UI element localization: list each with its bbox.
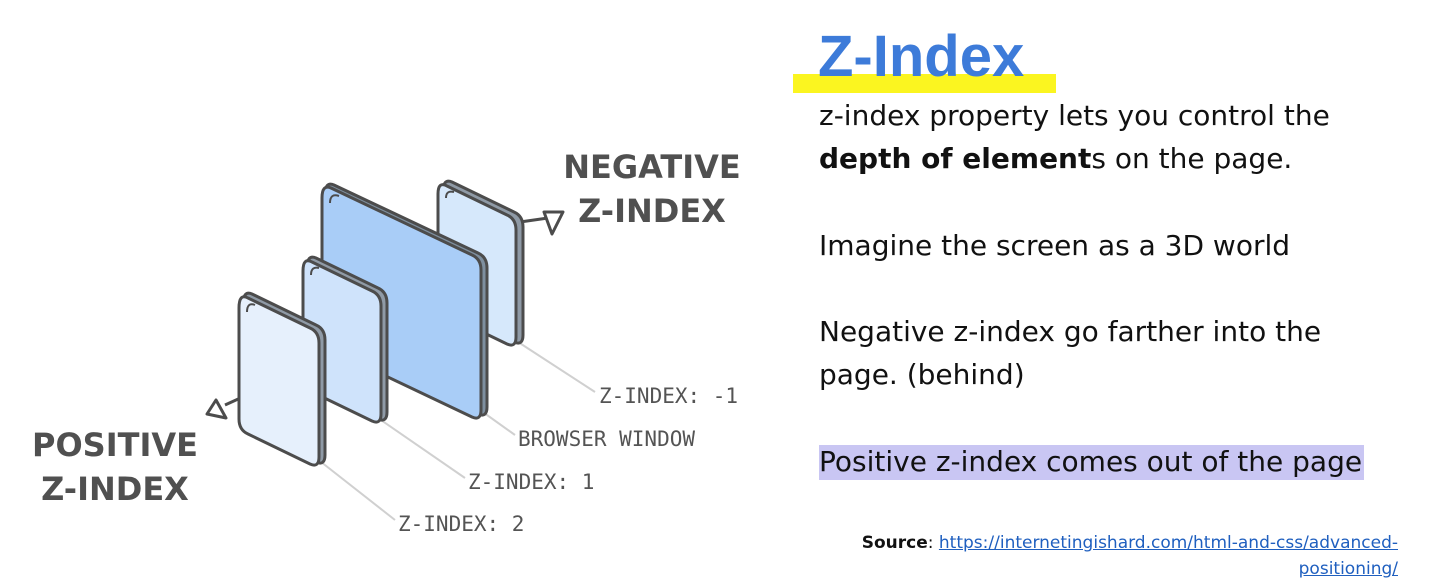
source-label: Source: [861, 533, 928, 553]
label-browser-window: BROWSER WINDOW: [518, 427, 695, 451]
label-z-index-one: Z-INDEX: 1: [468, 470, 594, 494]
positive-label-line1: POSITIVE: [32, 426, 198, 464]
positive-highlighted-text: Positive z-index comes out of the page: [819, 445, 1365, 480]
label-z-index-two: Z-INDEX: 2: [398, 512, 524, 536]
label-z-index-minus-one: Z-INDEX: -1: [599, 384, 738, 408]
paragraph-3d-world: Imagine the screen as a 3D world: [819, 229, 1291, 262]
source-link-line2[interactable]: positioning/: [1299, 559, 1398, 579]
paragraph-negative: Negative z-index go farther into the page…: [819, 310, 1321, 396]
source-citation: Source: https://internetingishard.com/ht…: [820, 530, 1398, 582]
paragraph-positive: Positive z-index comes out of the page: [819, 440, 1365, 483]
arrow-positive-icon: [205, 398, 228, 420]
arrow-negative-icon: [542, 210, 565, 236]
negative-label-line1: NEGATIVE: [563, 148, 741, 186]
z-index-diagram: NEGATIVE Z-INDEX POSITIVE Z-INDEX Z-INDE…: [32, 148, 741, 536]
intro-rest-text: s on the page.: [1091, 142, 1293, 175]
intro-text: z-index property lets you control the: [819, 99, 1330, 132]
intro-bold-text: depth of element: [819, 142, 1092, 175]
source-link-line1[interactable]: https://internetingishard.com/html-and-c…: [939, 533, 1398, 553]
paragraph-intro: z-index property lets you control the dep…: [819, 94, 1330, 180]
source-link[interactable]: https://internetingishard.com/html-and-c…: [939, 533, 1398, 579]
source-separator: :: [927, 533, 939, 553]
negative-label-line2: Z-INDEX: [578, 192, 726, 230]
page-title: Z-Index: [818, 24, 1025, 89]
positive-label-line2: Z-INDEX: [41, 470, 189, 508]
negative-text-line1: Negative z-index go farther into the: [819, 315, 1322, 348]
negative-text-line2: page. (behind): [819, 358, 1025, 391]
